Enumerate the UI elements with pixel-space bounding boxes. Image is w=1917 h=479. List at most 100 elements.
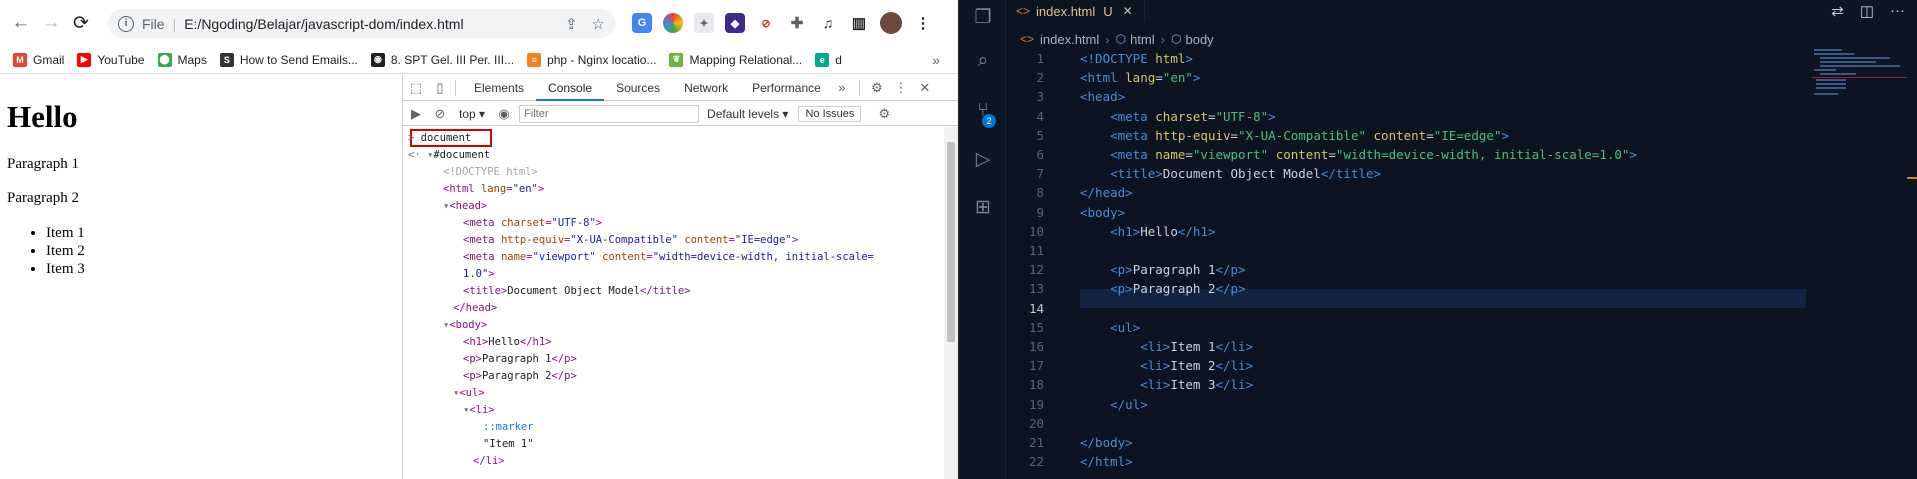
bookmark-item[interactable]: ≡ php - Nginx locatio... — [527, 52, 656, 67]
editor-tab-index-html[interactable]: <> index.html U ✕ — [1006, 0, 1145, 22]
cursor-extension-icon[interactable]: ✦ — [694, 13, 714, 33]
tab-performance[interactable]: Performance — [740, 75, 833, 101]
bookmark-item[interactable]: ◉ 8. SPT Gel. III Per. III... — [370, 52, 514, 67]
console-filter-input[interactable] — [519, 104, 700, 123]
eye-off-extension-icon[interactable]: ⊘ — [756, 13, 776, 33]
code-line[interactable]: </html> — [1080, 452, 1133, 471]
split-editor-icon[interactable]: ◫ — [1860, 2, 1874, 20]
p1-node[interactable]: <p>Paragraph 1</p> — [463, 351, 577, 368]
code-line[interactable]: <head> — [1080, 87, 1125, 106]
bookmark-item[interactable]: ⬤ Maps — [157, 52, 207, 67]
code-line[interactable]: <ul> — [1080, 318, 1140, 337]
media-queue-icon[interactable]: ♫ — [818, 13, 838, 33]
code-line[interactable]: </head> — [1080, 183, 1133, 202]
bookmark-item[interactable]: ▶ YouTube — [77, 52, 145, 67]
address-bar[interactable]: i File | E:/Ngoding/Belajar/javascript-d… — [108, 9, 615, 38]
live-expression-eye-icon[interactable]: ◉ — [495, 105, 513, 123]
more-bookmarks-icon[interactable]: » — [932, 52, 940, 68]
info-icon[interactable]: i — [118, 15, 134, 32]
run-debug-icon[interactable]: ▷ — [972, 148, 994, 170]
youtube-icon: ▶ — [77, 52, 92, 67]
html-node[interactable]: <html lang="en"> — [443, 181, 544, 198]
code-line[interactable]: <meta name="viewport" content="width=dev… — [1080, 145, 1637, 164]
minimap[interactable] — [1812, 49, 1907, 109]
compare-changes-icon[interactable]: ⇄ — [1831, 2, 1844, 20]
more-actions-icon[interactable]: ··· — [1890, 2, 1905, 20]
code-line[interactable]: <title>Document Object Model</title> — [1080, 164, 1381, 183]
back-arrow-icon[interactable]: ← — [6, 8, 36, 38]
h1-node[interactable]: <h1>Hello</h1> — [463, 334, 552, 351]
devtools-tab-bar: ⬚ ▯ Elements Console Sources Network Per… — [403, 75, 958, 101]
devtools-menu-icon[interactable]: ⋮ — [892, 79, 910, 97]
bookmark-star-icon[interactable]: ☆ — [592, 15, 605, 33]
reload-icon[interactable]: ⟳ — [66, 8, 96, 38]
breadcrumb-html[interactable]: html — [1130, 32, 1155, 47]
devtools-panel: ⬚ ▯ Elements Console Sources Network Per… — [402, 75, 958, 479]
bookmark-item[interactable]: S How to Send Emails... — [219, 52, 358, 67]
code-line[interactable]: <meta charset="UTF-8"> — [1080, 107, 1276, 126]
element-cube-icon: ⬡ — [1115, 32, 1127, 46]
code-line[interactable]: <p>Paragraph 2</p> — [1080, 279, 1245, 298]
meta-charset-node[interactable]: <meta charset="UTF-8"> — [463, 215, 602, 232]
extensions-icon[interactable]: ⊞ — [972, 196, 994, 218]
code-line[interactable]: <li>Item 2</li> — [1080, 356, 1253, 375]
puzzle-extensions-icon[interactable]: ✚ — [787, 13, 807, 33]
explorer-files-icon[interactable]: ❐ — [972, 6, 994, 28]
color-picker-extension-icon[interactable] — [663, 13, 683, 33]
code-line[interactable]: <html lang="en"> — [1080, 68, 1200, 87]
body-node[interactable]: ▾<body> — [443, 317, 487, 334]
tab-elements[interactable]: Elements — [462, 75, 536, 101]
code-line[interactable]: <meta http-equiv="X-UA-Compatible" conte… — [1080, 126, 1509, 145]
p2-node[interactable]: <p>Paragraph 2</p> — [463, 368, 577, 385]
code-line[interactable]: <li>Item 1</li> — [1080, 337, 1253, 356]
breadcrumb-file[interactable]: index.html — [1040, 32, 1099, 47]
device-toolbar-icon[interactable]: ▯ — [431, 79, 449, 97]
code-line[interactable]: <p>Paragraph 1</p> — [1080, 260, 1245, 279]
site-icon: S — [219, 52, 234, 67]
code-line[interactable]: <body> — [1080, 203, 1125, 222]
log-levels-dropdown[interactable]: Default levels ▾ — [707, 107, 788, 121]
editor-scrollbar[interactable] — [1907, 49, 1917, 479]
li-node[interactable]: ▾<li> — [463, 402, 495, 419]
code-line[interactable]: <!DOCTYPE html> — [1080, 49, 1193, 68]
forward-arrow-icon[interactable]: → — [36, 8, 66, 38]
bookmark-item[interactable]: ❦ Mapping Relational... — [669, 52, 802, 67]
scrollbar-thumb[interactable] — [947, 142, 955, 342]
profile-avatar[interactable] — [880, 12, 902, 34]
issues-button[interactable]: No Issues — [798, 105, 862, 122]
bookmark-item[interactable]: ed — [815, 52, 842, 67]
console-result-line[interactable]: <· ▾#document — [408, 147, 490, 164]
side-panel-icon[interactable]: ▥ — [849, 13, 869, 33]
console-settings-gear-icon[interactable]: ⚙ — [875, 105, 893, 123]
breadcrumb-body[interactable]: body — [1185, 32, 1213, 47]
tab-sources[interactable]: Sources — [604, 75, 672, 101]
bookmark-item[interactable]: M Gmail — [13, 52, 64, 67]
meta-compat-node[interactable]: <meta http-equiv="X-UA-Compatible" conte… — [463, 232, 798, 249]
title-node[interactable]: <title>Document Object Model</title> — [463, 283, 691, 300]
show-sidebar-icon[interactable]: ▶ — [407, 105, 425, 123]
console-scrollbar[interactable] — [944, 127, 958, 479]
meta-viewport-node[interactable]: <meta name="viewport" content="width=dev… — [463, 249, 874, 266]
close-devtools-icon[interactable]: ✕ — [916, 79, 934, 97]
layers-extension-icon[interactable]: ◆ — [725, 13, 745, 33]
search-icon[interactable]: ⌕ — [972, 50, 994, 72]
settings-gear-icon[interactable]: ⚙ — [868, 79, 886, 97]
head-node[interactable]: ▾<head> — [443, 198, 487, 215]
code-line[interactable]: <li>Item 3</li> — [1080, 375, 1253, 394]
code-editor[interactable]: 1 <!DOCTYPE html> 2 <html lang="en"> 3 <head>… — [1006, 49, 1842, 479]
inspect-element-icon[interactable]: ⬚ — [407, 79, 425, 97]
tab-network[interactable]: Network — [672, 75, 740, 101]
share-icon[interactable]: ⇪ — [565, 15, 578, 33]
more-tabs-icon[interactable]: » — [833, 79, 851, 97]
kebab-menu-icon[interactable]: ⋮ — [913, 13, 933, 33]
item-list: Item 1 Item 2 Item 3 — [46, 224, 85, 278]
code-line[interactable]: </body> — [1080, 433, 1133, 452]
tab-console[interactable]: Console — [536, 75, 605, 101]
clear-console-icon[interactable]: ⊘ — [431, 105, 449, 123]
close-tab-icon[interactable]: ✕ — [1123, 4, 1133, 18]
context-selector[interactable]: top ▾ — [459, 107, 485, 121]
ul-node[interactable]: ▾<ul> — [453, 385, 485, 402]
code-line[interactable]: <h1>Hello</h1> — [1080, 222, 1215, 241]
code-line[interactable]: </ul> — [1080, 395, 1148, 414]
translate-extension-icon[interactable]: G — [632, 13, 652, 33]
